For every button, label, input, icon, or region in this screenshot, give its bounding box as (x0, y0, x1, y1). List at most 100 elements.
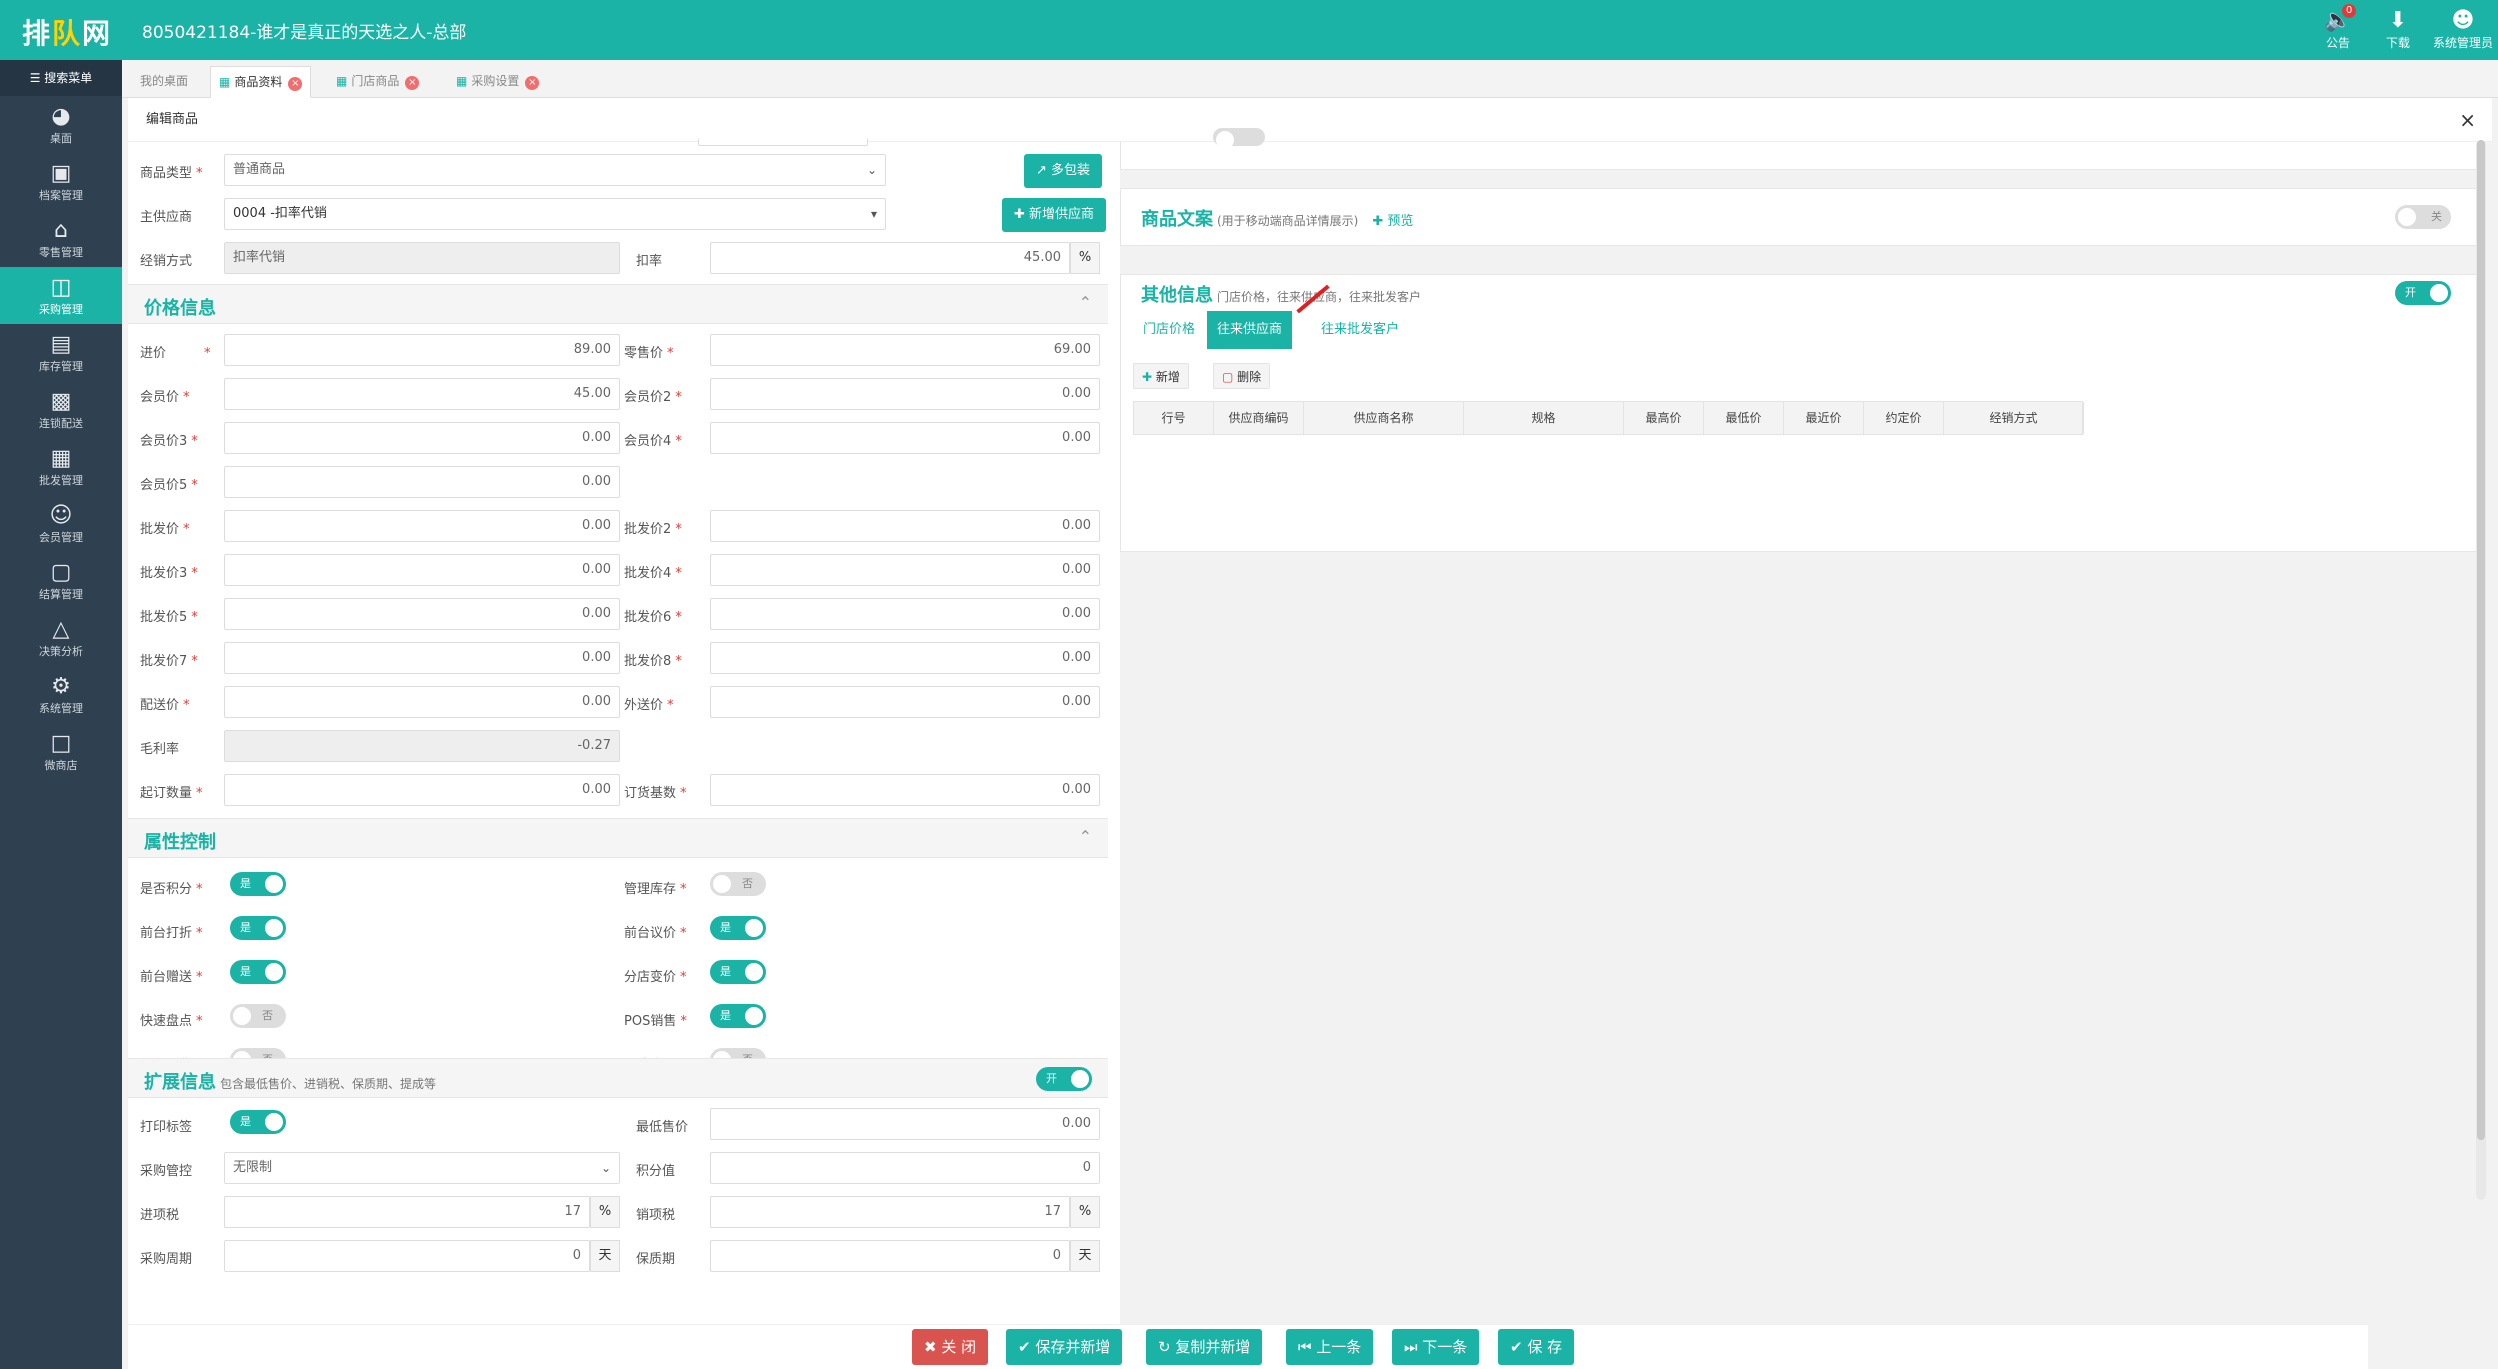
price-input[interactable]: 89.00 (224, 334, 620, 366)
other-toggle[interactable]: 开 (2395, 281, 2451, 305)
copy-and-new-button[interactable]: ↻ 复制并新增 (1146, 1329, 1263, 1365)
add-supplier-button[interactable]: ✚ 新增供应商 (1002, 198, 1107, 232)
announce-button[interactable]: 🔈 0 公告 (2308, 4, 2368, 54)
sidebar-item-wholesale[interactable]: ▦ 批发管理 (0, 438, 122, 495)
sidebar-item-shop[interactable]: □ 微商店 (0, 723, 122, 780)
output-tax-input[interactable]: 17 (710, 1196, 1070, 1228)
field-label: 经销方式 (140, 254, 193, 269)
price-input[interactable]: 0.00 (710, 774, 1100, 806)
sidebar-item-settlement[interactable]: ▢ 结算管理 (0, 552, 122, 609)
delete-row-button[interactable]: ▢ 删除 (1213, 363, 1271, 389)
close-icon[interactable]: × (2459, 108, 2476, 132)
copy-toggle[interactable]: 关 (2395, 205, 2451, 229)
supplier-select[interactable]: 0004 -扣率代销 ▾ (224, 198, 886, 230)
price-input[interactable]: 0.00 (224, 598, 620, 630)
sidebar-item-archive[interactable]: ▣ 档案管理 (0, 153, 122, 210)
close-button[interactable]: ✖ 关 闭 (912, 1329, 989, 1365)
sidebar-search[interactable]: ☰ 搜索菜单 (0, 60, 122, 96)
table-column-header[interactable]: 最近价 (1784, 402, 1864, 434)
add-row-button[interactable]: ✚ 新增 (1133, 363, 1189, 389)
multi-pack-button[interactable]: ↗ 多包装 (1024, 154, 1103, 188)
min-price-input[interactable]: 0.00 (710, 1108, 1100, 1140)
save-button[interactable]: ✔ 保 存 (1498, 1329, 1575, 1365)
price-input[interactable]: 0.00 (224, 642, 620, 674)
attr-toggle[interactable]: 是 (230, 960, 286, 984)
table-column-header[interactable]: 规格 (1464, 402, 1624, 434)
download-button[interactable]: ⬇ 下载 (2368, 8, 2428, 54)
attr-toggle[interactable]: 是 (710, 960, 766, 984)
product-type-select[interactable]: 普通商品 ⌄ (224, 154, 886, 186)
input-tax-input[interactable]: 17 (224, 1196, 590, 1228)
table-column-header[interactable]: 最高价 (1624, 402, 1704, 434)
field-label: 会员价4 * (624, 434, 682, 449)
sidebar-item-retail[interactable]: ⌂ 零售管理 (0, 210, 122, 267)
table-column-header[interactable]: 最低价 (1704, 402, 1784, 434)
close-tab-icon[interactable]: × (405, 76, 420, 90)
price-input[interactable]: 69.00 (710, 334, 1100, 366)
next-button[interactable]: ⏭ 下一条 (1392, 1329, 1480, 1365)
preview-link[interactable]: ✚ 预览 (1372, 214, 1413, 229)
table-column-header[interactable]: 约定价 (1864, 402, 1944, 434)
attr-toggle[interactable]: 是 (710, 916, 766, 940)
price-input[interactable]: 45.00 (224, 378, 620, 410)
price-section-header[interactable]: 价格信息 ⌃ (128, 284, 1108, 324)
shelf-life-input[interactable]: 0 (710, 1240, 1070, 1272)
price-input[interactable]: 0.00 (224, 554, 620, 586)
price-input[interactable]: 0.00 (710, 510, 1100, 542)
print-label-toggle[interactable]: 是 (230, 1110, 286, 1134)
table-column-header[interactable]: 行号 (1134, 402, 1214, 434)
prev-button[interactable]: ⏮ 上一条 (1286, 1329, 1374, 1365)
price-input[interactable]: 0.00 (710, 378, 1100, 410)
points-input[interactable]: 0 (710, 1152, 1100, 1184)
price-input[interactable]: 0.00 (710, 686, 1100, 718)
sidebar-item-delivery[interactable]: ▩ 连锁配送 (0, 381, 122, 438)
sidebar-item-analysis[interactable]: △ 决策分析 (0, 609, 122, 666)
table-column-header[interactable]: 经销方式 (1944, 402, 2084, 434)
ext-toggle[interactable]: 开 (1036, 1067, 1092, 1091)
price-field: 批发价5 * 0.00 (140, 598, 620, 632)
tab-store-product[interactable]: ▦ 门店商品 × (328, 66, 427, 98)
store-icon: ⌂ (54, 218, 68, 243)
table-column-header[interactable]: 供应商编码 (1214, 402, 1304, 434)
sidebar-item-inventory[interactable]: ▤ 库存管理 (0, 324, 122, 381)
partial-toggle[interactable] (1213, 128, 1265, 149)
chevron-up-icon[interactable]: ⌃ (1079, 293, 1092, 312)
rate-input[interactable]: 45.00 (710, 242, 1070, 274)
purchase-cycle-input[interactable]: 0 (224, 1240, 590, 1272)
attr-toggle[interactable]: 是 (230, 872, 286, 896)
user-menu[interactable]: ☻ 系统管理员 (2428, 8, 2498, 54)
attr-toggle[interactable]: 是 (230, 916, 286, 940)
close-tab-icon[interactable]: × (525, 76, 540, 90)
purchase-control-select[interactable]: 无限制 ⌄ (224, 1152, 620, 1184)
sidebar-item-desktop[interactable]: ◕ 桌面 (0, 96, 122, 153)
price-input[interactable]: 0.00 (224, 422, 620, 454)
close-tab-icon[interactable]: × (288, 77, 303, 91)
save-and-new-button[interactable]: ✔ 保存并新增 (1006, 1329, 1123, 1365)
attr-toggle[interactable]: 是 (710, 1004, 766, 1028)
attr-section-header[interactable]: 属性控制 ⌃ (128, 818, 1108, 858)
price-input[interactable]: 0.00 (710, 554, 1100, 586)
price-input[interactable]: 0.00 (224, 466, 620, 498)
price-input[interactable]: 0.00 (710, 598, 1100, 630)
price-input[interactable]: 0.00 (224, 510, 620, 542)
vertical-scrollbar[interactable] (2476, 140, 2486, 1200)
price-input[interactable]: 0.00 (710, 642, 1100, 674)
tab-wholesale-customers[interactable]: 往来批发客户 (1311, 311, 1409, 349)
tab-purchase-settings[interactable]: ▦ 采购设置 × (448, 66, 547, 98)
price-input[interactable]: 0.00 (224, 686, 620, 718)
sidebar-item-system[interactable]: ⚙ 系统管理 (0, 666, 122, 723)
sidebar-item-member[interactable]: ☺ 会员管理 (0, 495, 122, 552)
chevron-up-icon[interactable]: ⌃ (1079, 827, 1092, 846)
tab-suppliers[interactable]: 往来供应商 (1207, 311, 1293, 349)
tab-desktop[interactable]: 我的桌面 (132, 66, 196, 98)
attr-field: 是否积分 * 是 (140, 870, 620, 904)
table-column-header[interactable]: 供应商名称 (1304, 402, 1464, 434)
price-input[interactable]: 0.00 (224, 774, 620, 806)
tab-product[interactable]: ▦ 商品资料 × (210, 66, 312, 98)
sidebar-item-purchase[interactable]: ◫ 采购管理 (0, 267, 122, 324)
scroll-thumb[interactable] (2477, 140, 2485, 1140)
tab-store-price[interactable]: 门店价格 (1133, 311, 1205, 349)
attr-toggle[interactable]: 否 (230, 1004, 286, 1028)
price-input[interactable]: 0.00 (710, 422, 1100, 454)
attr-toggle[interactable]: 否 (710, 872, 766, 896)
